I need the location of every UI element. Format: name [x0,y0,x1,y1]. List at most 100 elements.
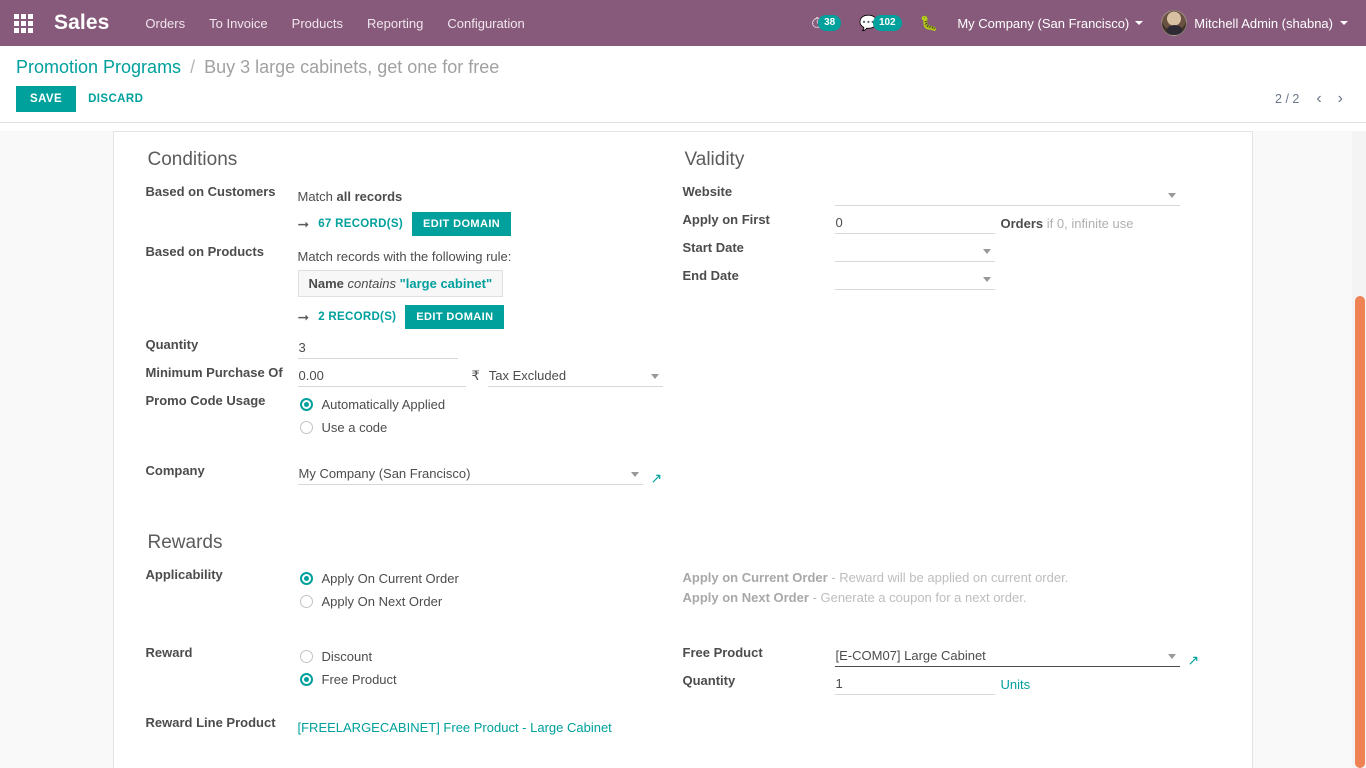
validity-title: Validity [684,149,745,170]
reward-line-product-value[interactable]: [FREELARGECABINET] Free Product - Large … [298,715,612,735]
apply-on-first-suffix-strong: Orders [1000,216,1044,231]
minimum-purchase-input[interactable] [297,365,466,387]
help-text-current-order: - Reward will be applied on current orde… [827,570,1069,585]
arrow-right-icon: ➞ [297,309,310,325]
free-product-quantity-input[interactable] [834,673,995,695]
vertical-scrollbar[interactable] [1352,131,1366,768]
start-date-input[interactable] [834,240,995,262]
apps-grid-icon [13,13,33,33]
radio-automatically-applied[interactable]: Automatically Applied [298,393,667,416]
menu-item-configuration[interactable]: Configuration [435,10,536,37]
field-row-reward: Reward Discount Free Product [146,642,667,694]
label-reward-line-product: Reward Line Product [145,715,276,730]
user-menu[interactable]: Mitchell Admin (shabna) [1155,6,1354,40]
label-free-product: Free Product [682,645,763,660]
applicability-help: Apply on Current Order - Reward will be … [683,564,1204,608]
conditions-title: Conditions [147,149,238,170]
label-applicability: Applicability [145,567,223,582]
breadcrumb-root-link[interactable]: Promotion Programs [16,57,181,77]
avatar [1161,10,1188,36]
radio-indicator [299,595,313,608]
radio-label-apply-on-next-order: Apply On Next Order [321,594,443,609]
tax-mode-select[interactable] [487,365,663,387]
label-end-date: End Date [682,268,739,283]
record-pager: 2 / 2 ‹ › [1267,89,1350,109]
activities-menu[interactable]: ⏱ 38 [804,10,848,36]
save-button[interactable]: SAVE [16,86,77,112]
radio-free-product[interactable]: Free Product [298,668,667,691]
app-brand-sales[interactable]: Sales [54,11,109,35]
field-row-company: Company ↗ [146,460,667,488]
radio-indicator [299,398,313,411]
rewards-groups: Applicability Apply On Current Order App… [146,564,1220,616]
radio-label-apply-on-current-order: Apply On Current Order [321,571,459,586]
menu-item-reporting[interactable]: Reporting [355,10,435,37]
pager-next-button[interactable]: › [1331,89,1350,109]
form-scroll-area[interactable]: Conditions Based on Customers Match all … [0,131,1366,768]
apply-on-first-input[interactable] [834,212,995,234]
apply-on-first-suffix-muted: if 0, infinite use [1046,216,1134,231]
field-row-promo-code-usage: Promo Code Usage Automatically Applied U… [146,390,667,442]
rule-operator: contains [347,276,396,291]
field-row-based-on-customers: Based on Customers Match all records ➞ 6… [146,181,667,241]
help-text-next-order: - Generate a coupon for a next order. [808,590,1027,605]
menu-item-to-invoice[interactable]: To Invoice [197,10,280,37]
radio-apply-on-next-order[interactable]: Apply On Next Order [298,590,667,613]
label-based-on-products: Based on Products [145,244,264,259]
chevron-down-icon [1340,21,1348,25]
breadcrumb-separator: / [190,57,196,77]
help-line-current-order: Apply on Current Order - Reward will be … [683,568,1204,588]
reward-detail-groups: Reward Discount Free Product Reward Line… [146,642,1220,738]
systray: ⏱ 38 💬 102 🐛 My Company (San Francisco) … [804,6,1354,40]
help-strong-next-order: Apply on Next Order [682,590,809,605]
apps-menu-button[interactable] [0,0,46,46]
discard-button[interactable]: DISCARD [76,86,155,112]
rule-field: Name [308,276,344,291]
activity-counter: 38 [818,15,842,31]
edit-domain-customers-button[interactable]: EDIT DOMAIN [412,212,512,236]
field-row-apply-on-first: Apply on First Orders if 0, infinite use [683,209,1204,237]
uom-label[interactable]: Units [995,674,1031,695]
radio-apply-on-current-order[interactable]: Apply On Current Order [298,567,667,590]
external-link-icon[interactable]: ↗ [1188,653,1200,667]
vertical-scrollbar-thumb[interactable] [1355,296,1365,768]
customers-match-strong: all records [336,189,403,204]
customers-records-link[interactable]: 67 RECORD(S) [318,218,403,230]
menu-item-orders[interactable]: Orders [133,10,197,37]
quantity-input[interactable] [297,337,458,359]
conditions-group: Conditions Based on Customers Match all … [146,149,683,488]
external-link-icon[interactable]: ↗ [651,471,663,485]
free-product-input[interactable] [834,645,1180,667]
reward-right: Free Product ↗ Quantit [683,642,1220,738]
label-free-product-quantity: Quantity [682,673,736,688]
field-row-minimum-purchase: Minimum Purchase Of ₹ [146,362,667,390]
messages-counter: 102 [872,15,902,31]
radio-discount[interactable]: Discount [298,645,667,668]
label-website: Website [682,184,733,199]
radio-indicator [299,572,313,585]
menu-item-products[interactable]: Products [280,10,355,37]
domain-rule-chip[interactable]: Name contains "large cabinet" [297,270,504,297]
company-switcher[interactable]: My Company (San Francisco) [949,11,1151,36]
end-date-input[interactable] [834,268,995,290]
top-groups: Conditions Based on Customers Match all … [146,149,1220,488]
help-line-next-order: Apply on Next Order - Generate a coupon … [683,588,1204,608]
products-records-link[interactable]: 2 RECORD(S) [318,311,396,323]
pager-previous-button[interactable]: ‹ [1309,89,1328,109]
company-switcher-label: My Company (San Francisco) [957,15,1130,31]
messaging-menu[interactable]: 💬 102 [852,10,908,36]
radio-use-a-code[interactable]: Use a code [298,416,667,439]
field-row-start-date: Start Date [683,237,1204,265]
label-apply-on-first: Apply on First [682,212,770,227]
main-menu: Orders To Invoice Products Reporting Con… [133,10,536,37]
edit-domain-products-button[interactable]: EDIT DOMAIN [405,305,505,329]
label-promo-code-usage: Promo Code Usage [145,393,266,408]
products-match-text: Match records with the following rule: [297,249,512,264]
debug-menu[interactable]: 🐛 [913,11,946,36]
validity-group: Validity Website Apply on First 0 Orders… [683,149,1220,488]
pager-value[interactable]: 2 / 2 [1267,90,1307,108]
website-input[interactable] [834,184,1180,206]
company-input[interactable] [297,463,643,485]
label-reward: Reward [145,645,193,660]
field-row-quantity: Quantity [146,334,667,362]
